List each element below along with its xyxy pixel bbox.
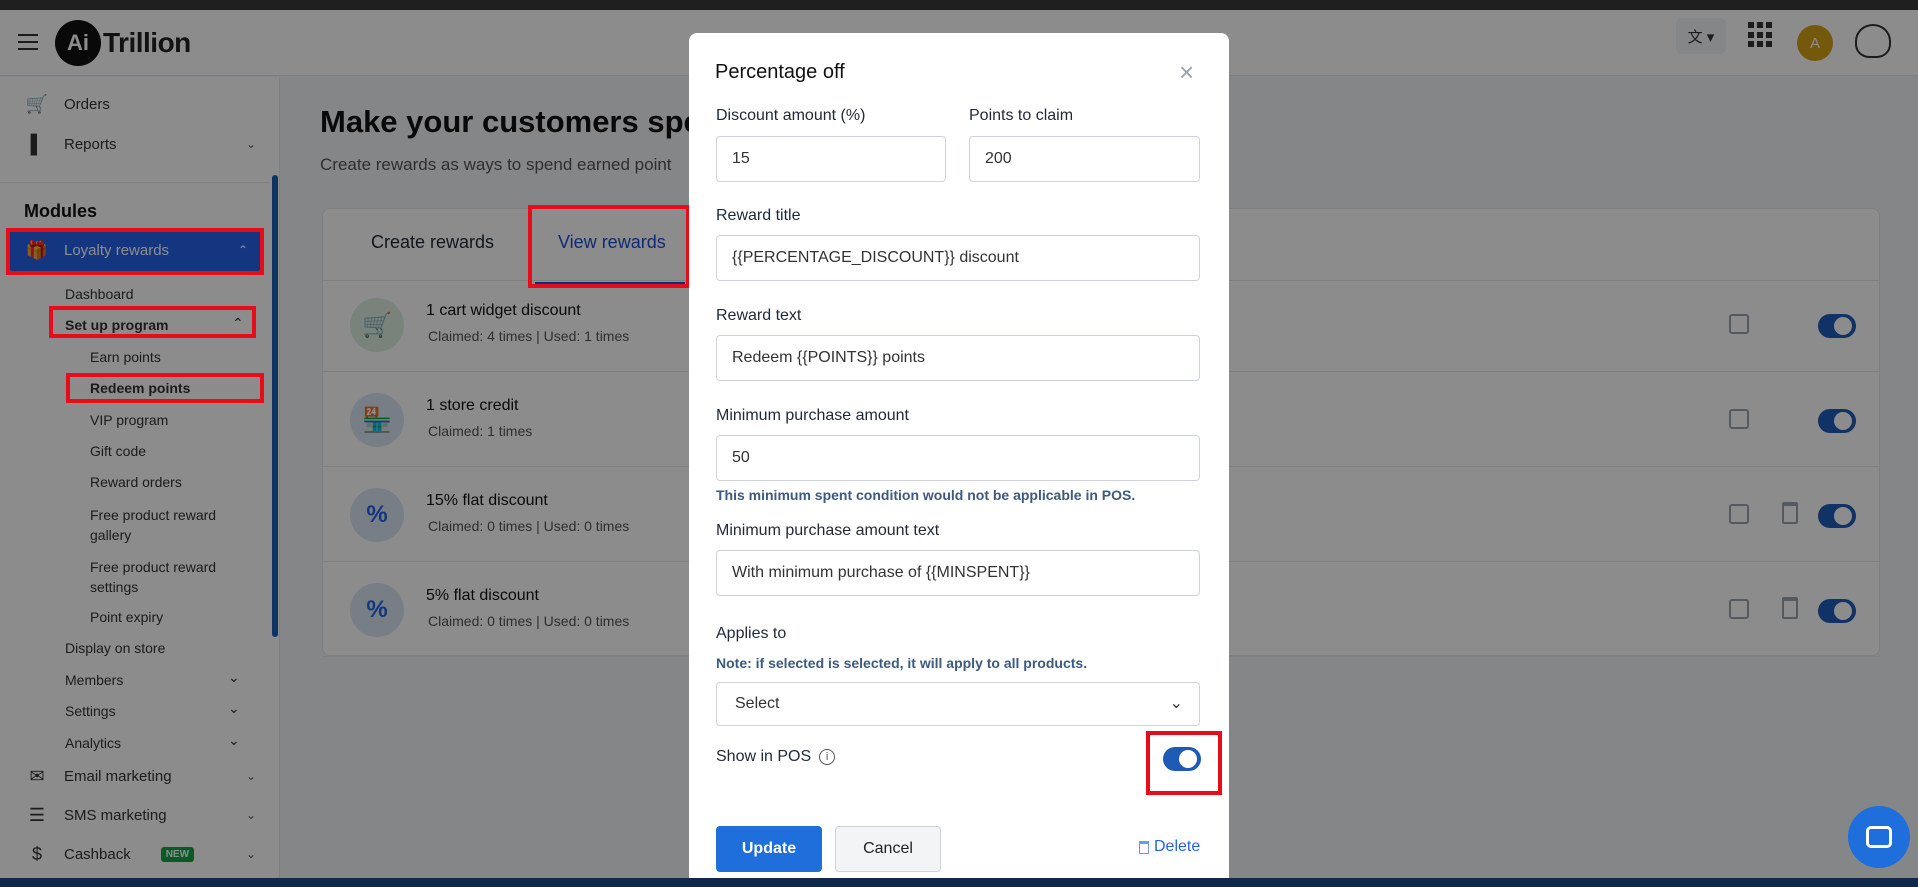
discount-amount-input[interactable]: 15 xyxy=(716,136,946,182)
reward-text-input[interactable]: Redeem {{POINTS}} points xyxy=(716,335,1200,381)
applies-to-select[interactable]: Select ⌄ xyxy=(716,682,1200,726)
info-icon[interactable]: i xyxy=(819,749,836,765)
highlight-box xyxy=(528,205,690,288)
highlight-box xyxy=(1146,731,1222,795)
delete-button[interactable]: Delete xyxy=(1139,838,1200,856)
min-purchase-text-label: Minimum purchase amount text xyxy=(716,522,940,539)
update-button[interactable]: Update xyxy=(716,826,822,872)
chevron-down-icon: ⌄ xyxy=(1169,695,1183,712)
highlight-box xyxy=(66,373,264,403)
reward-title-label: Reward title xyxy=(716,207,801,224)
chat-icon xyxy=(1866,826,1892,848)
applies-to-note: Note: if selected is selected, it will a… xyxy=(716,655,1088,671)
min-purchase-label: Minimum purchase amount xyxy=(716,407,909,424)
close-icon[interactable]: × xyxy=(1179,57,1194,88)
chat-widget-button[interactable] xyxy=(1848,806,1910,868)
modal-title: Percentage off xyxy=(715,61,845,83)
cancel-button[interactable]: Cancel xyxy=(835,826,941,872)
highlight-box xyxy=(6,228,264,275)
points-to-claim-label: Points to claim xyxy=(969,107,1074,124)
min-purchase-input[interactable]: 50 xyxy=(716,435,1200,481)
delete-label: Delete xyxy=(1154,838,1201,855)
reward-title-input[interactable]: {{PERCENTAGE_DISCOUNT}} discount xyxy=(716,235,1200,281)
discount-amount-label: Discount amount (%) xyxy=(716,107,866,124)
min-purchase-note: This minimum spent condition would not b… xyxy=(716,487,1136,503)
show-in-pos-label: Show in POS xyxy=(716,748,812,765)
min-purchase-text-input[interactable]: With minimum purchase of {{MINSPENT}} xyxy=(716,550,1200,596)
applies-to-value: Select xyxy=(735,695,780,712)
applies-to-label: Applies to xyxy=(716,625,787,642)
points-to-claim-input[interactable]: 200 xyxy=(969,136,1200,182)
reward-text-label: Reward text xyxy=(716,307,802,324)
highlight-box xyxy=(49,306,256,338)
show-in-pos-row: Show in POS i xyxy=(716,748,836,766)
trash-icon xyxy=(1139,840,1149,854)
